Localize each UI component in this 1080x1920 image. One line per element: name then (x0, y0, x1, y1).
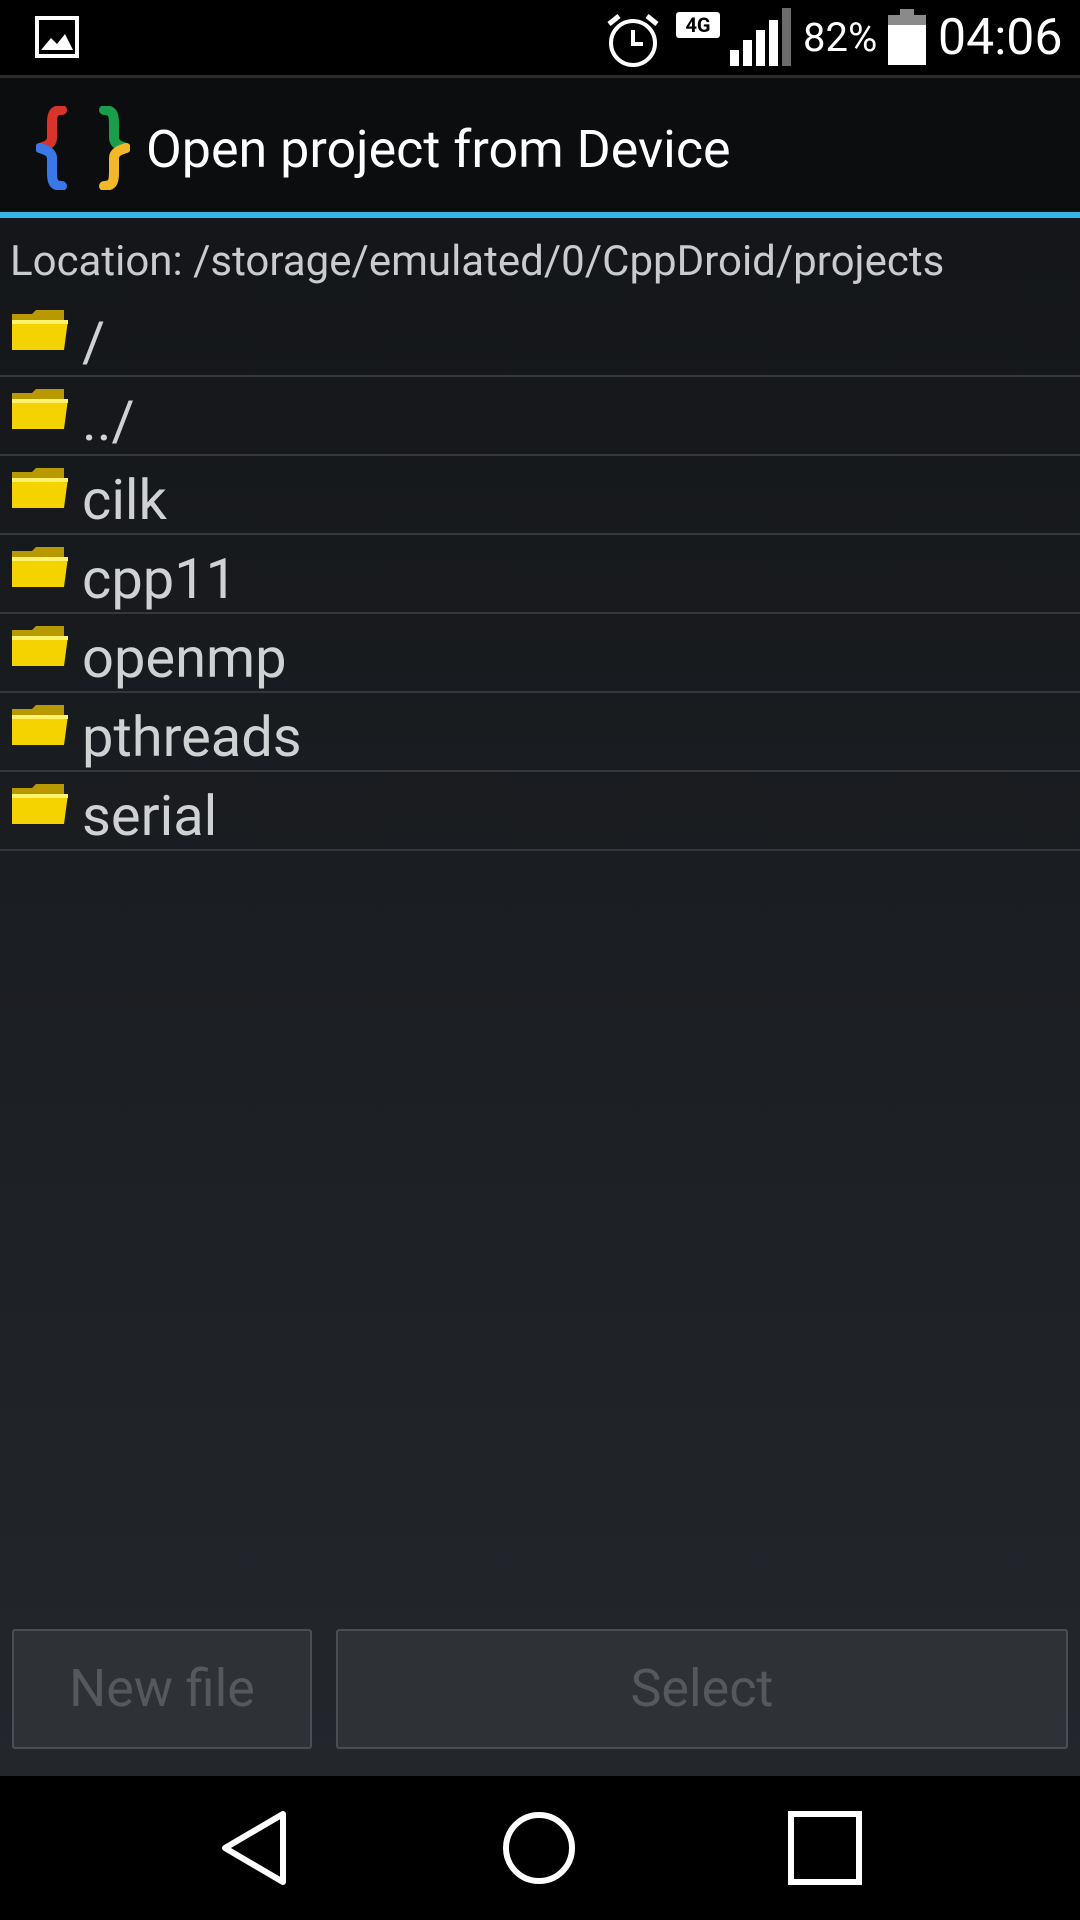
file-list: / ../ cilk cpp11 openmp pthreads serial (0, 298, 1080, 851)
status-bar: 4G 82% 04:06 (0, 0, 1080, 75)
list-item-openmp[interactable]: openmp (0, 614, 1080, 693)
folder-icon (12, 310, 68, 350)
folder-icon (12, 626, 68, 666)
folder-icon (12, 705, 68, 745)
navigation-bar (0, 1776, 1080, 1920)
back-icon[interactable] (213, 1806, 297, 1890)
folder-icon (12, 547, 68, 587)
home-icon[interactable] (497, 1806, 581, 1890)
select-button[interactable]: Select (336, 1629, 1068, 1749)
file-name: pthreads (82, 704, 302, 770)
network-type-badge: 4G (676, 12, 720, 38)
list-item-parent[interactable]: ../ (0, 377, 1080, 456)
list-item-serial[interactable]: serial (0, 772, 1080, 851)
list-item-cpp11[interactable]: cpp11 (0, 535, 1080, 614)
file-name: ../ (82, 388, 135, 454)
page-title: Open project from Device (146, 119, 731, 180)
battery-icon (888, 9, 926, 65)
clock: 04:06 (938, 9, 1063, 67)
new-file-button[interactable]: New file (12, 1629, 312, 1749)
gallery-icon (35, 16, 79, 58)
file-name: serial (82, 783, 218, 849)
file-name: / (82, 309, 106, 375)
list-item-root[interactable]: / (0, 298, 1080, 377)
file-browser: Location: /storage/emulated/0/CppDroid/p… (0, 218, 1080, 1776)
file-name: cilk (82, 467, 167, 533)
signal-icon (730, 8, 791, 66)
action-bar: Open project from Device (0, 75, 1080, 215)
file-name: cpp11 (82, 546, 238, 612)
file-name: openmp (82, 625, 287, 691)
cppdroid-logo-icon[interactable] (36, 106, 130, 190)
location-path: Location: /storage/emulated/0/CppDroid/p… (10, 237, 945, 286)
list-item-pthreads[interactable]: pthreads (0, 693, 1080, 772)
folder-icon (12, 389, 68, 429)
folder-icon (12, 468, 68, 508)
alarm-icon (607, 14, 659, 67)
battery-percentage: 82% (803, 14, 878, 61)
recent-apps-icon[interactable] (783, 1806, 867, 1890)
folder-icon (12, 784, 68, 824)
list-item-cilk[interactable]: cilk (0, 456, 1080, 535)
